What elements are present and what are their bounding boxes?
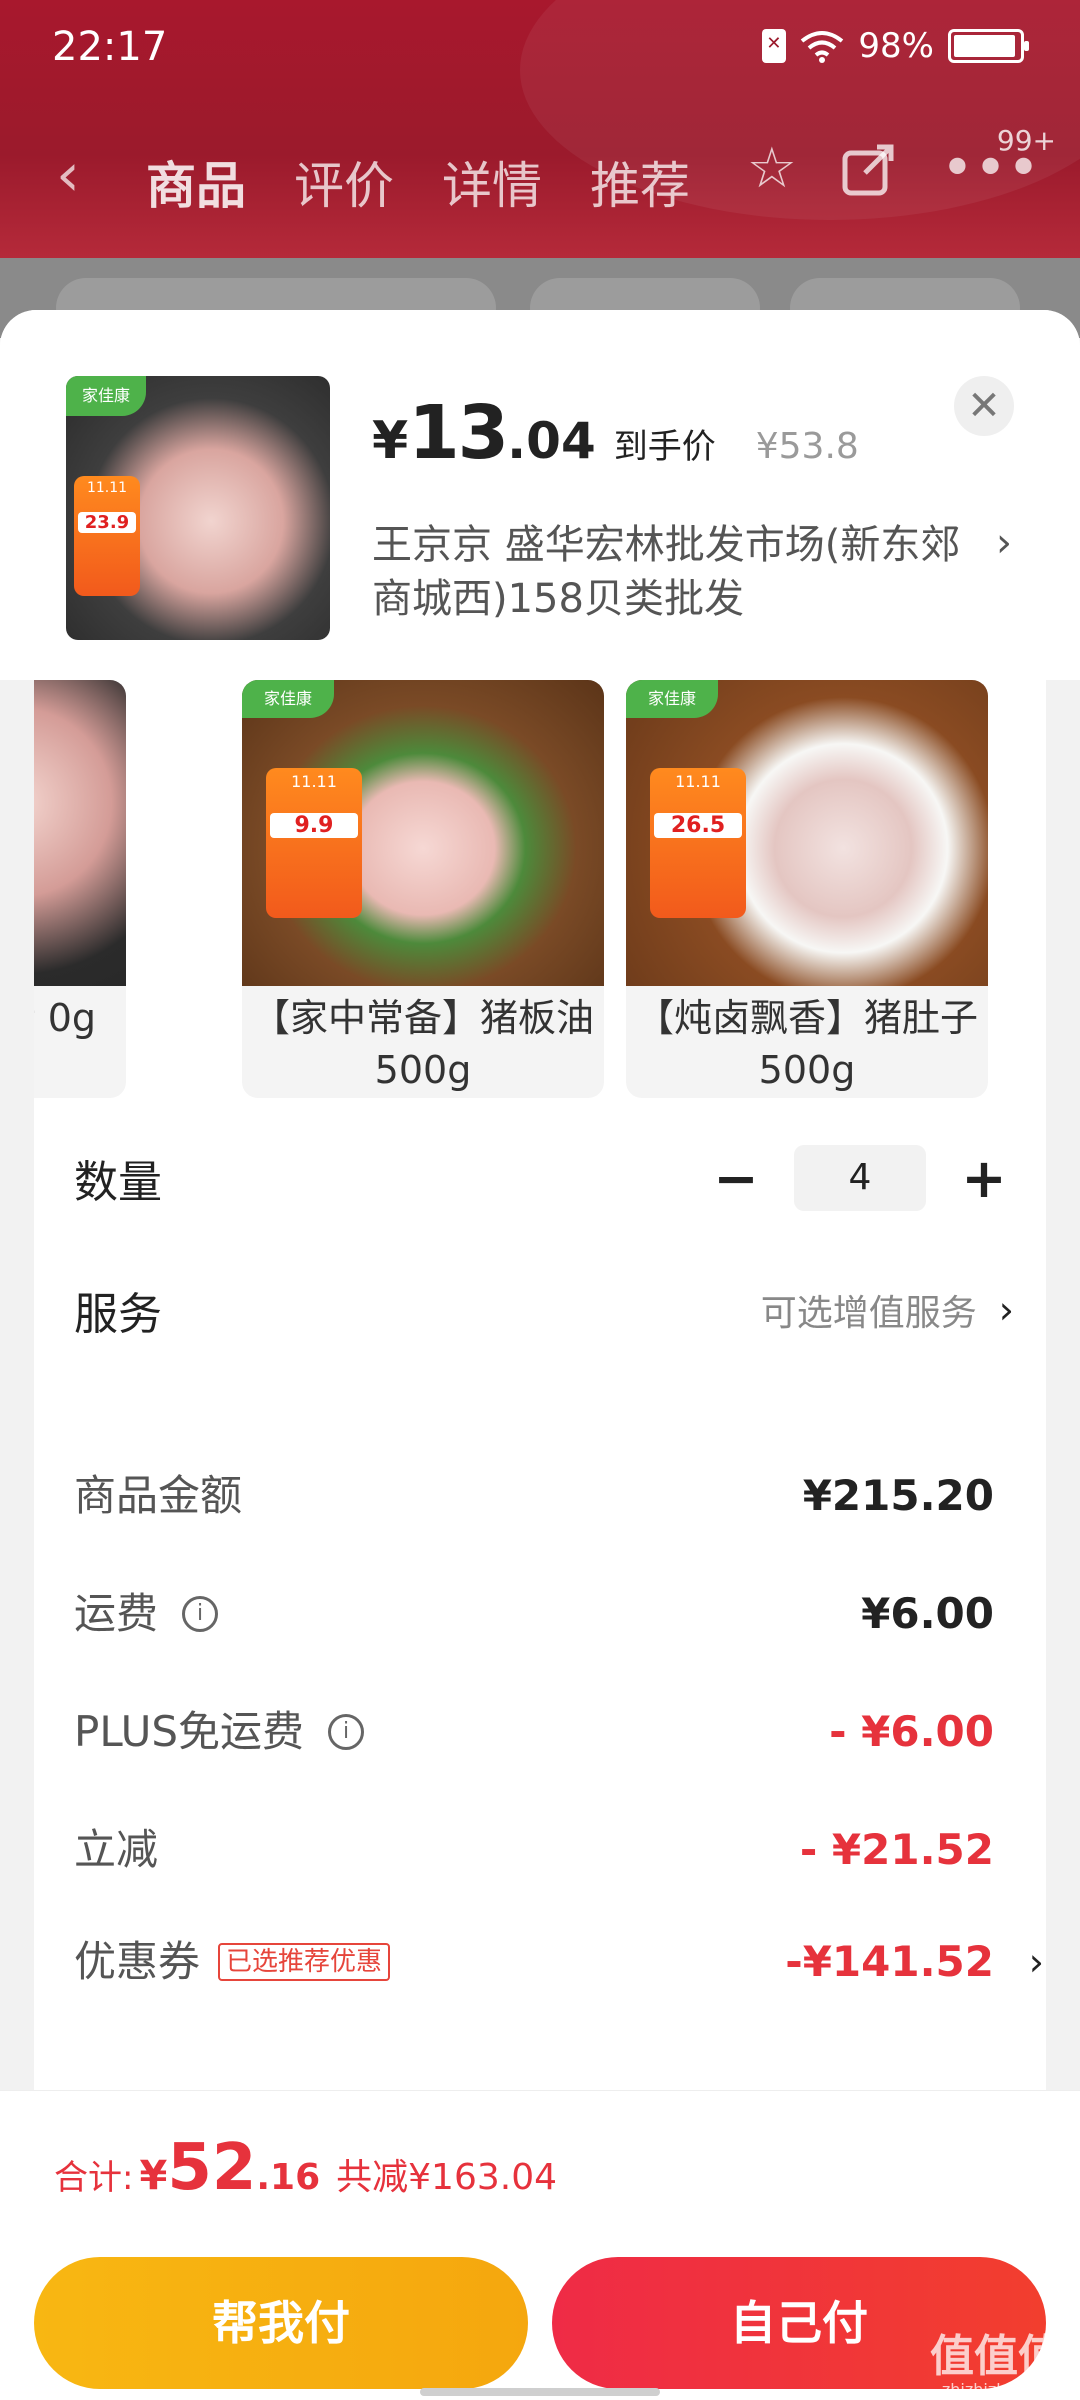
increase-button[interactable]: +	[954, 1147, 1014, 1210]
battery-percent: 98%	[858, 26, 934, 66]
status-time: 22:17	[52, 24, 168, 70]
friend-pay-button[interactable]: 帮我付	[34, 2257, 528, 2389]
product-thumbnail[interactable]: 家佳康 11.11 23.9	[66, 376, 330, 640]
watermark: 值值值 zhizhizhi.com	[930, 2331, 1062, 2399]
shipping-amount: ¥6.00	[861, 1589, 994, 1638]
service-label: 服务	[74, 1289, 162, 1340]
info-icon[interactable]: i	[328, 1714, 365, 1750]
variant-card[interactable]: 】猪 0g	[34, 680, 126, 1098]
variant-label: 【炖卤飘香】猪肚子500g	[635, 996, 978, 1092]
quantity-input[interactable]: 4	[794, 1145, 926, 1211]
total-price: 合计: ¥ 52 .16 共减¥163.04	[54, 2131, 558, 2205]
total-saved: 共减¥163.04	[336, 2157, 558, 2198]
variant-image: 家佳康 11.11 26.5	[626, 680, 988, 986]
price-row: ¥ 13 .04 到手价 ¥53.8	[372, 390, 859, 476]
summary-row-coupon[interactable]: 优惠券 已选推荐优惠 -¥141.52 ›	[74, 1922, 1044, 2002]
close-icon[interactable]: ✕	[954, 376, 1014, 436]
wifi-icon	[801, 31, 844, 63]
tab-details[interactable]: 详情	[442, 146, 542, 218]
variant-label: 【家中常备】猪板油500g	[251, 996, 594, 1092]
tab-recommend[interactable]: 推荐	[590, 146, 690, 218]
share-icon[interactable]	[839, 139, 899, 199]
service-row[interactable]: 服务 可选增值服务 ›	[74, 1270, 1014, 1350]
variant-list: 】猪 0g 家佳康 11.119.9 【家中常备】猪板油500g 家佳康 11.…	[34, 680, 1046, 1100]
purchase-sheet: 家佳康 11.11 23.9 ¥ 13 .04 到手价 ¥53.8 ✕ 王京京 盛…	[0, 310, 1080, 2400]
back-icon[interactable]: ‹	[56, 140, 80, 210]
coupon-tag: 已选推荐优惠	[218, 1943, 391, 1981]
brand-logo: 家佳康	[66, 376, 146, 416]
chevron-right-icon[interactable]: ›	[996, 520, 1012, 566]
variant-image	[34, 680, 126, 986]
status-icons: 98%	[762, 26, 1029, 66]
promo-card: 11.11 9.9	[266, 768, 362, 918]
price-integer: 13	[408, 390, 509, 476]
home-indicator[interactable]	[420, 2388, 660, 2396]
store-name[interactable]: 王京京 盛华宏林批发市场(新东郊商城西)158贝类批发	[372, 518, 992, 626]
variant-card[interactable]: 家佳康 11.11 9.9 【家中常备】猪板油500g	[242, 680, 604, 1098]
plus-discount: - ¥6.00	[829, 1707, 994, 1756]
tab-reviews[interactable]: 评价	[294, 146, 394, 218]
quantity-label: 数量	[74, 1157, 162, 1208]
quantity-stepper: − 4 +	[706, 1138, 1014, 1218]
decrease-button[interactable]: −	[706, 1147, 766, 1210]
nav-tabs: 商品 评价 详情 推荐	[146, 146, 690, 218]
summary-row-discount: 立减 - ¥21.52	[74, 1810, 994, 1890]
chevron-right-icon: ›	[998, 1288, 1014, 1332]
chevron-right-icon[interactable]: ›	[1029, 1922, 1044, 2002]
star-icon[interactable]: ☆	[747, 136, 797, 201]
instant-discount: - ¥21.52	[799, 1825, 994, 1874]
original-price: ¥53.8	[755, 426, 859, 467]
quantity-row: 数量 − 4 +	[74, 1138, 1014, 1218]
promo-card: 11.11 26.5	[650, 768, 746, 918]
brand-logo: 家佳康	[242, 680, 334, 718]
summary-row-plus: PLUS免运费 i - ¥6.00	[74, 1692, 994, 1772]
coupon-amount: -¥141.52	[785, 1937, 994, 1986]
message-badge: 99+	[996, 124, 1056, 157]
variant-label: 】猪 0g	[34, 996, 96, 1040]
info-icon[interactable]: i	[182, 1596, 219, 1632]
summary-row-goods: 商品金额 ¥215.20	[74, 1456, 994, 1536]
promo-card: 11.11 23.9	[74, 476, 140, 596]
no-sim-icon	[762, 29, 787, 63]
price-decimal: .04	[507, 412, 596, 470]
variant-card[interactable]: 家佳康 11.11 26.5 【炖卤飘香】猪肚子500g	[626, 680, 988, 1098]
battery-icon	[948, 29, 1029, 63]
checkout-bar: 合计: ¥ 52 .16 共减¥163.04 帮我付 自己付	[0, 2090, 1080, 2400]
variant-image: 家佳康 11.11 9.9	[242, 680, 604, 986]
goods-amount: ¥215.20	[802, 1471, 994, 1520]
price-symbol: ¥	[372, 411, 409, 471]
service-value[interactable]: 可选增值服务 ›	[761, 1270, 1014, 1350]
brand-logo: 家佳康	[626, 680, 718, 718]
top-nav: ‹ 商品 评价 详情 推荐 ☆ ••• 99+	[0, 124, 1080, 220]
sheet-header: 家佳康 11.11 23.9 ¥ 13 .04 到手价 ¥53.8 ✕ 王京京 盛…	[0, 310, 1080, 680]
status-bar: 22:17 98%	[0, 0, 1080, 100]
order-summary: 商品金额 ¥215.20 运费 i ¥6.00 PLUS免运费 i - ¥6.00 …	[34, 1436, 1046, 2116]
summary-row-shipping: 运费 i ¥6.00	[74, 1574, 994, 1654]
tab-product[interactable]: 商品	[146, 146, 246, 218]
price-tag: 到手价	[613, 427, 716, 467]
